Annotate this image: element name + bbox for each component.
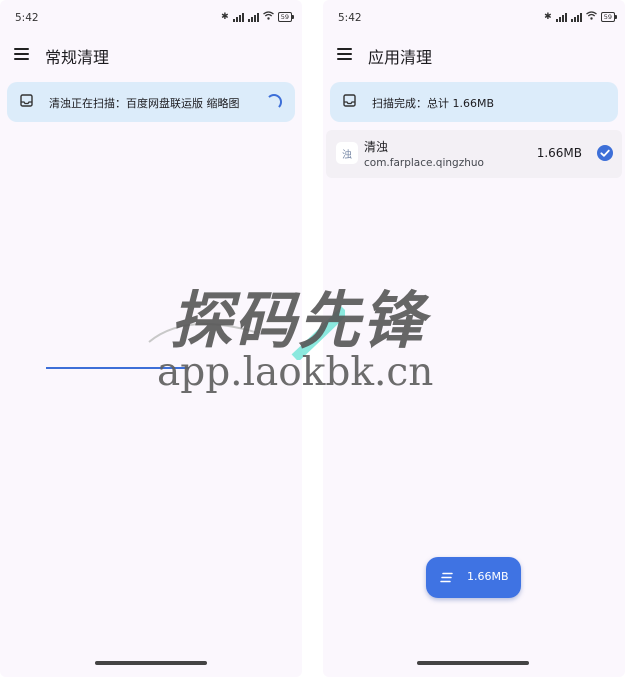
- list-item[interactable]: 浊 清浊 com.farplace.qingzhuo 1.66MB: [326, 130, 622, 178]
- status-time: 5:42: [15, 12, 39, 24]
- left-screen: 5:42 ✱ 59 常规清理 清浊正在扫描：百度网盘联运版 缩略图: [0, 0, 302, 677]
- app-name: 清浊: [364, 140, 389, 154]
- home-indicator[interactable]: [417, 661, 529, 665]
- status-time: 5:42: [338, 12, 362, 24]
- menu-icon[interactable]: [337, 48, 352, 60]
- scan-result-text: 扫描完成：总计 1.66MB: [372, 97, 495, 110]
- signal-icon: [570, 12, 582, 22]
- status-icons: ✱ 59: [544, 11, 618, 23]
- app-package: com.farplace.qingzhuo: [364, 157, 484, 169]
- page-title: 常规清理: [45, 48, 110, 67]
- wifi-icon: [585, 11, 597, 23]
- checkbox-checked-icon[interactable]: [597, 145, 613, 161]
- status-icons: ✱ 59: [221, 11, 295, 23]
- inbox-icon: [343, 94, 356, 107]
- page-title: 应用清理: [368, 48, 433, 67]
- loading-spinner-icon: [266, 94, 282, 110]
- menu-icon[interactable]: [14, 48, 29, 60]
- fab-label: 1.66MB: [467, 570, 509, 583]
- status-bar: 5:42 ✱ 59: [0, 0, 302, 38]
- wifi-icon: [262, 11, 274, 23]
- battery-icon: 59: [600, 12, 618, 22]
- bluetooth-icon: ✱: [221, 12, 229, 22]
- clean-fab-button[interactable]: 1.66MB: [426, 557, 521, 598]
- inbox-icon: [20, 94, 33, 107]
- app-bar: 应用清理: [323, 40, 625, 70]
- home-indicator[interactable]: [95, 661, 207, 665]
- bluetooth-icon: ✱: [544, 12, 552, 22]
- signal-icon: [247, 12, 259, 22]
- clean-icon: [440, 572, 453, 583]
- app-bar: 常规清理: [0, 40, 302, 70]
- app-icon: 浊: [336, 142, 358, 164]
- battery-icon: 59: [277, 12, 295, 22]
- status-bar: 5:42 ✱ 59: [323, 0, 625, 38]
- signal-icon: [555, 12, 567, 22]
- signal-icon: [232, 12, 244, 22]
- progress-line: [46, 367, 189, 369]
- scan-status-text: 清浊正在扫描：百度网盘联运版 缩略图: [49, 97, 240, 110]
- app-size: 1.66MB: [536, 146, 582, 160]
- scan-status-card: 清浊正在扫描：百度网盘联运版 缩略图: [7, 82, 295, 122]
- right-screen: 5:42 ✱ 59 应用清理 扫描完成：总计 1.66MB 浊 清浊 com.f…: [323, 0, 625, 677]
- scan-result-card: 扫描完成：总计 1.66MB: [330, 82, 618, 122]
